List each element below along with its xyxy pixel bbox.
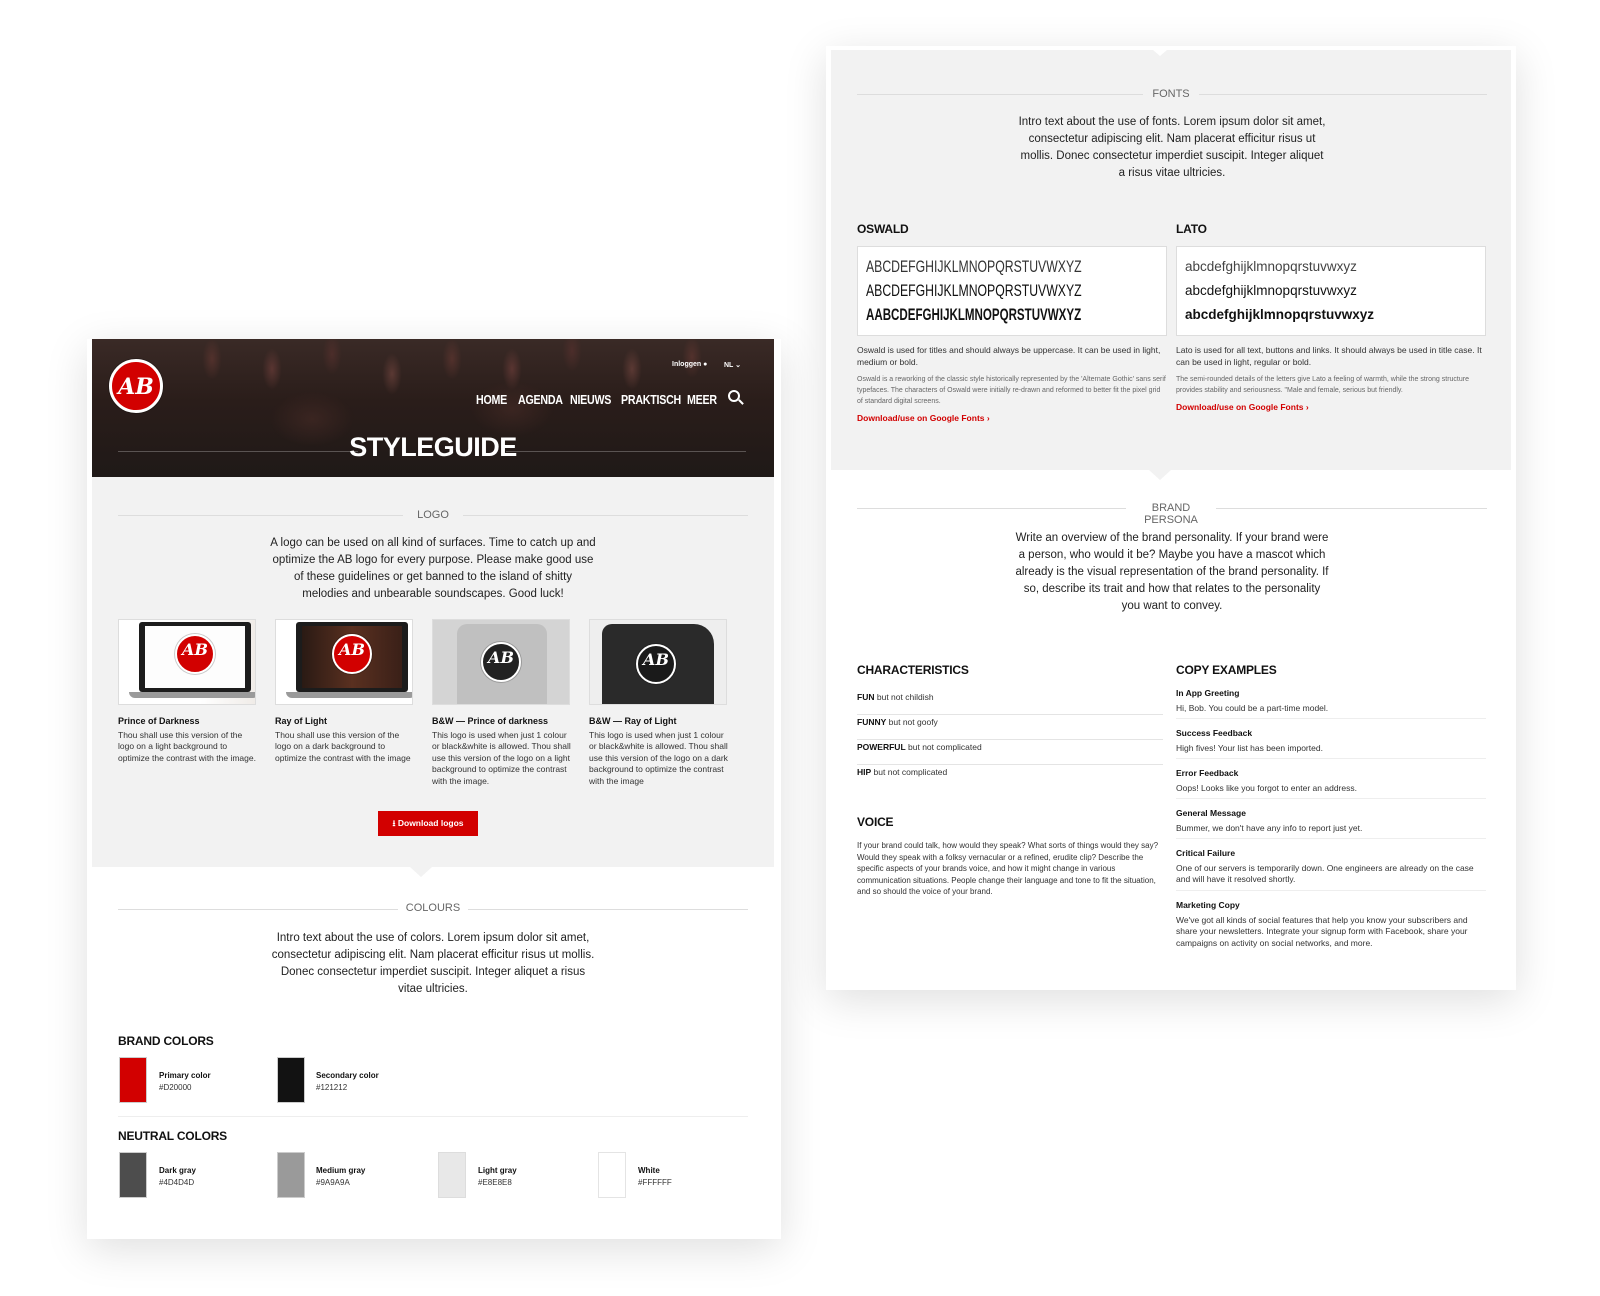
swatch-medium-gray	[277, 1152, 305, 1198]
swatch-dark-gray	[119, 1152, 147, 1198]
copy-example: Marketing Copy We've got all kinds of soc…	[1176, 900, 1468, 948]
fonts-intro: Intro text about the use of fonts. Lorem…	[1018, 116, 1326, 179]
characteristic-row: HIP but not complicated	[857, 767, 948, 777]
oswald-download-link[interactable]: Download/use on Google Fonts ›	[857, 413, 990, 423]
styleguide-page-right: FONTS Intro text about the use of fonts.…	[826, 46, 1516, 990]
copy-examples-heading: COPY EXAMPLES	[1176, 663, 1277, 677]
oswald-bold-sample: AABCDEFGHIJKLMNOPQRSTUVWXYZ	[866, 305, 1082, 324]
logo-caption: Ray of Light Thou shall use this version …	[275, 716, 411, 763]
divider	[118, 1116, 748, 1117]
section-heading-logo: LOGO	[403, 509, 463, 521]
page-title: STYLEGUIDE	[349, 432, 517, 462]
logo-intro: A logo can be used on all kind of surfac…	[270, 537, 596, 600]
lato-heading: LATO	[1176, 222, 1207, 236]
lato-download-link[interactable]: Download/use on Google Fonts ›	[1176, 402, 1309, 412]
copy-example: Success Feedback High fives! Your list ha…	[1176, 728, 1323, 753]
swatch-label: Medium gray #9A9A9A	[316, 1166, 366, 1187]
voice-heading: VOICE	[857, 815, 894, 829]
divider	[1176, 798, 1486, 799]
voice-text: If your brand could talk, how would they…	[857, 841, 1159, 896]
section-heading-brand-persona: BRAND PERSONA	[1126, 502, 1216, 526]
copy-example: Critical Failure One of our servers is te…	[1176, 848, 1474, 884]
swatch-secondary	[277, 1057, 305, 1103]
logo-caption: Prince of Darkness Thou shall use this ve…	[118, 716, 256, 763]
download-icon: ⭳	[392, 818, 396, 828]
oswald-light-sample: ABCDEFGHIJKLMNOPQRSTUVWXYZ	[866, 257, 1082, 276]
brand-colors-heading: BRAND COLORS	[118, 1034, 214, 1048]
logo-section-bg: LOGO A logo can be used on all kind of s…	[92, 477, 774, 867]
characteristics-heading: CHARACTERISTICS	[857, 663, 969, 677]
logo-thumb-bw-dark: AB	[589, 619, 727, 705]
divider	[1176, 838, 1486, 839]
language-select[interactable]: NL ⌄	[724, 361, 741, 369]
colours-intro: Intro text about the use of colors. Lore…	[271, 932, 595, 995]
styleguide-page-left: AB Inloggen ● NL ⌄ HOME AGENDA NIEUWS PR…	[87, 339, 781, 1239]
oswald-sample-box: ABCDEFGHIJKLMNOPQRSTUVWXYZ ABCDEFGHIJKLM…	[857, 246, 1167, 336]
chevron-right-icon: ›	[986, 413, 990, 423]
lato-regular-sample: abcdefghijklmnopqrstuvwxyz	[1185, 283, 1357, 298]
swatch-primary	[119, 1057, 147, 1103]
nav-nieuws[interactable]: NIEUWS	[570, 392, 611, 407]
section-notch	[1149, 470, 1171, 480]
logo-thumb-dark: AB	[275, 619, 413, 705]
divider	[1176, 718, 1486, 719]
brand-logo[interactable]: AB	[109, 359, 163, 413]
chevron-down-icon: ⌄	[735, 362, 742, 369]
section-heading-colours: COLOURS	[398, 902, 468, 914]
lato-bold-sample: abcdefghijklmnopqrstuvwxyz	[1185, 307, 1375, 322]
lato-sample-box: abcdefghijklmnopqrstuvwxyz abcdefghijklm…	[1176, 246, 1486, 336]
login-link[interactable]: Inloggen ●	[672, 361, 707, 368]
neutral-colors-heading: NEUTRAL COLORS	[118, 1129, 227, 1143]
swatch-label: Light gray #E8E8E8	[478, 1166, 517, 1187]
lato-description: Lato is used for all text, buttons and l…	[1176, 345, 1482, 367]
oswald-regular-sample: ABCDEFGHIJKLMNOPQRSTUVWXYZ	[866, 281, 1082, 300]
lato-detail: The semi-rounded details of the letters …	[1176, 376, 1469, 394]
logo-thumb-light: AB	[118, 619, 256, 705]
copy-example: General Message Bummer, we don't have any…	[1176, 808, 1363, 833]
nav-meer[interactable]: MEER	[687, 392, 717, 407]
user-icon: ●	[703, 361, 708, 368]
logo-thumb-bw-light: AB	[432, 619, 570, 705]
swatch-label: Primary color #D20000	[159, 1071, 211, 1092]
characteristic-row: FUNNY but not goofy	[857, 715, 1163, 740]
logo-sample: AB	[636, 644, 676, 684]
nav-agenda[interactable]: AGENDA	[518, 392, 563, 407]
logo-sample: AB	[332, 634, 372, 674]
oswald-detail: Oswald is a reworking of the classic sty…	[857, 376, 1166, 405]
characteristic-row: FUN but not childish	[857, 690, 1163, 715]
swatch-white	[598, 1152, 626, 1198]
nav-home[interactable]: HOME	[476, 392, 507, 407]
copy-example: In App Greeting Hi, Bob. You could be a p…	[1176, 688, 1329, 713]
characteristic-row: POWERFUL but not complicated	[857, 740, 1163, 765]
copy-example: Error Feedback Oops! Looks like you forgo…	[1176, 768, 1357, 793]
download-logos-button[interactable]: ⭳ Download logos	[378, 811, 478, 836]
oswald-heading: OSWALD	[857, 222, 909, 236]
divider	[1176, 890, 1486, 891]
swatch-label: Secondary color #121212	[316, 1071, 379, 1092]
search-icon[interactable]	[728, 390, 740, 402]
logo-sample: AB	[481, 642, 521, 682]
oswald-description: Oswald is used for titles and should alw…	[857, 345, 1161, 367]
hero-header: AB Inloggen ● NL ⌄ HOME AGENDA NIEUWS PR…	[92, 339, 774, 477]
section-notch	[1153, 50, 1167, 56]
lato-light-sample: abcdefghijklmnopqrstuvwxyz	[1185, 259, 1357, 274]
section-notch	[410, 867, 432, 877]
swatch-label: Dark gray #4D4D4D	[159, 1166, 196, 1187]
swatch-label: White #FFFFFF	[638, 1166, 672, 1187]
logo-caption: B&W — Ray of Light This logo is used when…	[589, 716, 728, 786]
logo-sample: AB	[175, 634, 215, 674]
swatch-light-gray	[438, 1152, 466, 1198]
chevron-right-icon: ›	[1305, 402, 1309, 412]
persona-intro: Write an overview of the brand personali…	[1015, 532, 1329, 612]
nav-praktisch[interactable]: PRAKTISCH	[621, 392, 681, 407]
logo-caption: B&W — Prince of darkness This logo is use…	[432, 716, 571, 786]
fonts-section: FONTS Intro text about the use of fonts.…	[831, 50, 1511, 470]
divider	[1176, 758, 1486, 759]
section-heading-fonts: FONTS	[1143, 88, 1199, 100]
